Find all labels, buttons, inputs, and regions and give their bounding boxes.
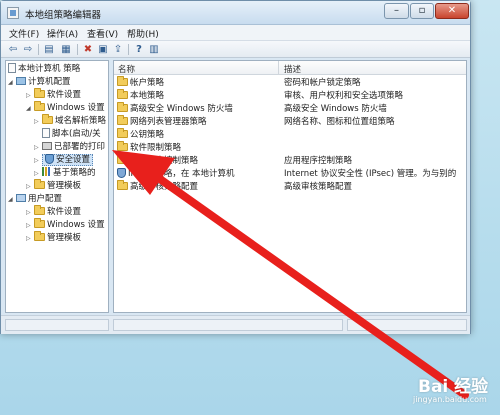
- tree-item-name-resolution-policy[interactable]: ▷ 域名解析策略: [34, 114, 106, 128]
- list-item[interactable]: 应用程序控制策略 应用程序控制策略: [114, 154, 466, 168]
- toolbar-separator: [77, 44, 78, 55]
- tree-pane[interactable]: 本地计算机 策略 ◢ 计算机配置 ▷ 软件设置 ◢ Windows 设置 ▷ 域名解析策…: [5, 60, 109, 313]
- computer-icon: [16, 77, 26, 85]
- export-icon[interactable]: ⇪: [111, 43, 125, 56]
- menu-help[interactable]: 帮助(H): [127, 27, 159, 40]
- folder-icon: [34, 218, 45, 228]
- column-name-header[interactable]: 名称: [118, 63, 135, 75]
- tree-item-security-settings[interactable]: ▷ 安全设置: [34, 154, 94, 167]
- minimize-button[interactable]: –: [384, 3, 409, 19]
- list-item[interactable]: 高级安全 Windows 防火墙 高级安全 Windows 防火墙: [114, 102, 466, 116]
- folder-icon: [34, 101, 45, 111]
- user-icon: [16, 194, 26, 202]
- gpedit-window: 本地组策略编辑器 – ▫ ✕ 文件(F) 操作(A) 查看(V) 帮助(H) ⇦…: [0, 0, 471, 334]
- maximize-button[interactable]: ▫: [410, 3, 434, 19]
- delete-icon[interactable]: ✖: [81, 43, 95, 56]
- status-segment: [5, 319, 109, 331]
- shield-icon: [45, 154, 54, 164]
- folder-icon: [34, 179, 45, 189]
- collapsed-arrow-icon[interactable]: ▷: [26, 219, 34, 232]
- folder-icon: [117, 180, 128, 190]
- list-item[interactable]: 公钥策略: [114, 128, 466, 142]
- list-pane[interactable]: 名称 描述 帐户策略 密码和帐户锁定策略 本地策略 审核、用户权利和安全选项策略…: [113, 60, 467, 313]
- toolbar: ⇦ ⇨ ▤ ▦ ✖ ▣ ⇪ ? ▥: [1, 41, 470, 58]
- title-bar[interactable]: 本地组策略编辑器 – ▫ ✕: [1, 1, 470, 25]
- toolbar-separator: [128, 44, 129, 55]
- tree-item-policy-based-qos[interactable]: ▷ 基于策略的: [34, 167, 96, 180]
- toolbar-separator: [38, 44, 39, 55]
- column-description-header[interactable]: 描述: [284, 63, 301, 75]
- collapsed-arrow-icon[interactable]: ▷: [26, 89, 34, 102]
- folder-icon: [117, 102, 128, 112]
- folder-icon: [117, 89, 128, 99]
- ip-security-icon: [117, 168, 126, 178]
- collapsed-arrow-icon[interactable]: ▷: [26, 180, 34, 193]
- expand-arrow-icon[interactable]: ◢: [8, 193, 16, 206]
- collapsed-arrow-icon[interactable]: ▷: [34, 141, 42, 154]
- folder-icon: [117, 128, 128, 138]
- script-icon: [42, 128, 50, 138]
- collapsed-arrow-icon[interactable]: ▷: [26, 232, 34, 245]
- back-arrow-icon[interactable]: ⇦: [6, 43, 20, 56]
- tree-item-user-admin-templates[interactable]: ▷ 管理模板: [26, 231, 81, 245]
- list-item[interactable]: 网络列表管理器策略 网络名称、图标和位置组策略: [114, 115, 466, 129]
- folder-icon: [34, 88, 45, 98]
- watermark-url: jingyan.baidu.com: [413, 395, 487, 404]
- menu-action[interactable]: 操作(A): [47, 27, 78, 40]
- menu-view[interactable]: 查看(V): [87, 27, 118, 40]
- folder-icon: [34, 231, 45, 241]
- tree-item-windows-settings[interactable]: ◢ Windows 设置: [26, 101, 105, 115]
- folder-icon: [117, 115, 128, 125]
- collapsed-arrow-icon[interactable]: ▷: [26, 206, 34, 219]
- menu-bar: 文件(F) 操作(A) 查看(V) 帮助(H): [1, 25, 470, 41]
- list-item[interactable]: 软件限制策略: [114, 141, 466, 155]
- folder-icon: [117, 141, 128, 151]
- folder-icon: [117, 76, 128, 86]
- collapsed-arrow-icon[interactable]: ▷: [34, 115, 42, 128]
- column-divider[interactable]: [278, 61, 279, 75]
- printer-icon: [42, 142, 52, 150]
- expand-arrow-icon[interactable]: ◢: [26, 102, 34, 115]
- chart-icon: [42, 167, 51, 176]
- list-item[interactable]: 帐户策略 密码和帐户锁定策略: [114, 76, 466, 90]
- close-button[interactable]: ✕: [435, 3, 469, 19]
- up-folder-icon[interactable]: ▤: [42, 43, 56, 56]
- status-segment: [113, 319, 343, 331]
- filter-icon[interactable]: ▥: [147, 43, 161, 56]
- status-segment: [347, 319, 467, 331]
- policy-doc-icon: [8, 63, 16, 73]
- tree-item-deployed-printers[interactable]: ▷ 已部署的打印: [34, 141, 105, 154]
- selected-tree-label[interactable]: 安全设置: [42, 154, 94, 166]
- folder-icon: [117, 154, 128, 164]
- folder-icon: [42, 114, 53, 124]
- forward-arrow-icon[interactable]: ⇨: [21, 43, 35, 56]
- help-icon[interactable]: ?: [132, 43, 146, 56]
- status-bar: [1, 315, 470, 334]
- show-hide-tree-icon[interactable]: ▦: [59, 43, 73, 56]
- list-item[interactable]: 本地策略 审核、用户权利和安全选项策略: [114, 89, 466, 103]
- collapsed-arrow-icon[interactable]: ▷: [34, 154, 42, 167]
- list-item[interactable]: 高级审核策略配置 高级审核策略配置: [114, 180, 466, 194]
- folder-icon: [34, 205, 45, 215]
- properties-icon[interactable]: ▣: [96, 43, 110, 56]
- tree-item-admin-templates[interactable]: ▷ 管理模板: [26, 179, 81, 193]
- tree-item-local-policy[interactable]: 本地计算机 策略: [8, 63, 80, 76]
- list-item[interactable]: IP 安全策略，在 本地计算机 Internet 协议安全性 (IPsec) 管…: [114, 168, 466, 181]
- app-icon: [7, 7, 19, 19]
- expand-arrow-icon[interactable]: ◢: [8, 76, 16, 89]
- window-title: 本地组策略编辑器: [25, 10, 102, 21]
- tree-item-scripts[interactable]: 脚本(启动/关: [42, 128, 101, 141]
- list-header: 名称 描述: [114, 61, 466, 75]
- baidu-watermark: Bai 经验: [418, 377, 489, 397]
- menu-file[interactable]: 文件(F): [9, 27, 39, 40]
